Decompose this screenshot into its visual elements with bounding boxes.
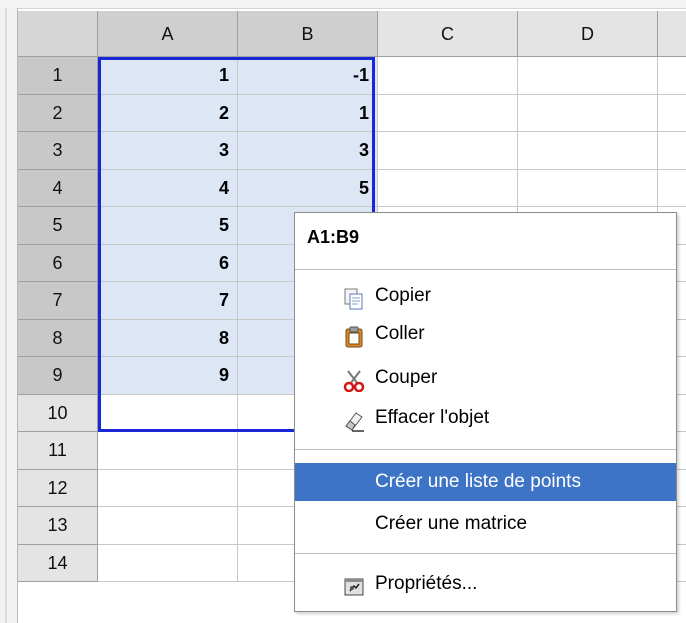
menu-item-effacer[interactable]: Effacer l'objet	[295, 399, 676, 437]
context-menu: A1:B9 Copier Coller Couper Effacer l'obj…	[294, 212, 677, 612]
cell-d3[interactable]	[518, 132, 658, 170]
menu-item-label: Coller	[375, 323, 425, 344]
cell-e2[interactable]	[658, 94, 686, 132]
cell-b4[interactable]: 5	[238, 169, 378, 207]
cell-b3[interactable]: 3	[238, 132, 378, 170]
row-header-7[interactable]: 7	[18, 282, 98, 320]
cell-e4[interactable]	[658, 169, 686, 207]
menu-item-copier[interactable]: Copier	[295, 277, 676, 315]
cell-c2[interactable]	[378, 94, 518, 132]
menu-item-label: Créer une liste de points	[375, 471, 581, 492]
cell-b2[interactable]: 1	[238, 94, 378, 132]
cell-a7[interactable]: 7	[98, 282, 238, 320]
cell-a3[interactable]: 3	[98, 132, 238, 170]
menu-item-label: Copier	[375, 285, 431, 306]
column-header-d[interactable]: D	[518, 11, 658, 57]
row-header-1[interactable]: 1	[18, 57, 98, 95]
menu-separator	[295, 553, 676, 554]
menu-item-creer-matrice[interactable]: Créer une matrice	[295, 505, 676, 543]
cell-a11[interactable]	[98, 432, 238, 470]
column-header-c[interactable]: C	[378, 11, 518, 57]
column-header-b[interactable]: B	[238, 11, 378, 57]
top-toolbar-edge	[0, 0, 686, 9]
row-header-3[interactable]: 3	[18, 132, 98, 170]
row-header-14[interactable]: 14	[18, 544, 98, 582]
row-header-4[interactable]: 4	[18, 169, 98, 207]
menu-item-label: Couper	[375, 367, 438, 388]
cell-a4[interactable]: 4	[98, 169, 238, 207]
cell-a10[interactable]	[98, 394, 238, 432]
row-header-8[interactable]: 8	[18, 319, 98, 357]
cell-c4[interactable]	[378, 169, 518, 207]
paste-icon	[343, 324, 365, 348]
column-header-e[interactable]	[658, 11, 686, 57]
menu-item-label: Créer une matrice	[375, 513, 528, 534]
menu-item-couper[interactable]: Couper	[295, 359, 676, 397]
row-header-10[interactable]: 10	[18, 394, 98, 432]
context-menu-title: A1:B9	[307, 227, 360, 247]
row-header-6[interactable]: 6	[18, 244, 98, 282]
copy-icon	[343, 286, 365, 310]
select-all-corner[interactable]	[18, 11, 98, 57]
menu-separator	[295, 449, 676, 450]
left-panel-edge	[0, 8, 18, 623]
cell-d4[interactable]	[518, 169, 658, 207]
cell-a13[interactable]	[98, 507, 238, 545]
cell-e1[interactable]	[658, 57, 686, 95]
cell-b1[interactable]: -1	[238, 57, 378, 95]
cell-a9[interactable]: 9	[98, 357, 238, 395]
cell-a2[interactable]: 2	[98, 94, 238, 132]
cell-a14[interactable]	[98, 544, 238, 582]
row-header-2[interactable]: 2	[18, 94, 98, 132]
menu-item-creer-liste-points[interactable]: Créer une liste de points	[295, 463, 676, 501]
properties-icon	[343, 574, 365, 596]
row-header-13[interactable]: 13	[18, 507, 98, 545]
cell-c1[interactable]	[378, 57, 518, 95]
menu-item-label: Effacer l'objet	[375, 407, 490, 428]
row-header-11[interactable]: 11	[18, 432, 98, 470]
menu-item-coller[interactable]: Coller	[295, 315, 676, 353]
scissors-icon	[343, 368, 365, 393]
row-header-12[interactable]: 12	[18, 469, 98, 507]
cell-d1[interactable]	[518, 57, 658, 95]
cell-a8[interactable]: 8	[98, 319, 238, 357]
cell-a12[interactable]	[98, 469, 238, 507]
menu-item-label: Propriétés...	[375, 573, 478, 594]
cell-c3[interactable]	[378, 132, 518, 170]
menu-item-proprietes[interactable]: Propriétés...	[295, 565, 676, 603]
spreadsheet-view: A B C D 1 1 -1 2 2 1 3 3 3 4 4 5 5 5 6 6 7 7 8 8 9 9 10 11 12 13 14 A1…	[0, 0, 686, 623]
cell-d2[interactable]	[518, 94, 658, 132]
cell-a1[interactable]: 1	[98, 57, 238, 95]
cell-e3[interactable]	[658, 132, 686, 170]
cell-a5[interactable]: 5	[98, 207, 238, 245]
eraser-icon	[343, 408, 365, 432]
column-header-a[interactable]: A	[98, 11, 238, 57]
row-header-5[interactable]: 5	[18, 207, 98, 245]
row-header-9[interactable]: 9	[18, 357, 98, 395]
menu-separator	[295, 269, 676, 270]
cell-a6[interactable]: 6	[98, 244, 238, 282]
